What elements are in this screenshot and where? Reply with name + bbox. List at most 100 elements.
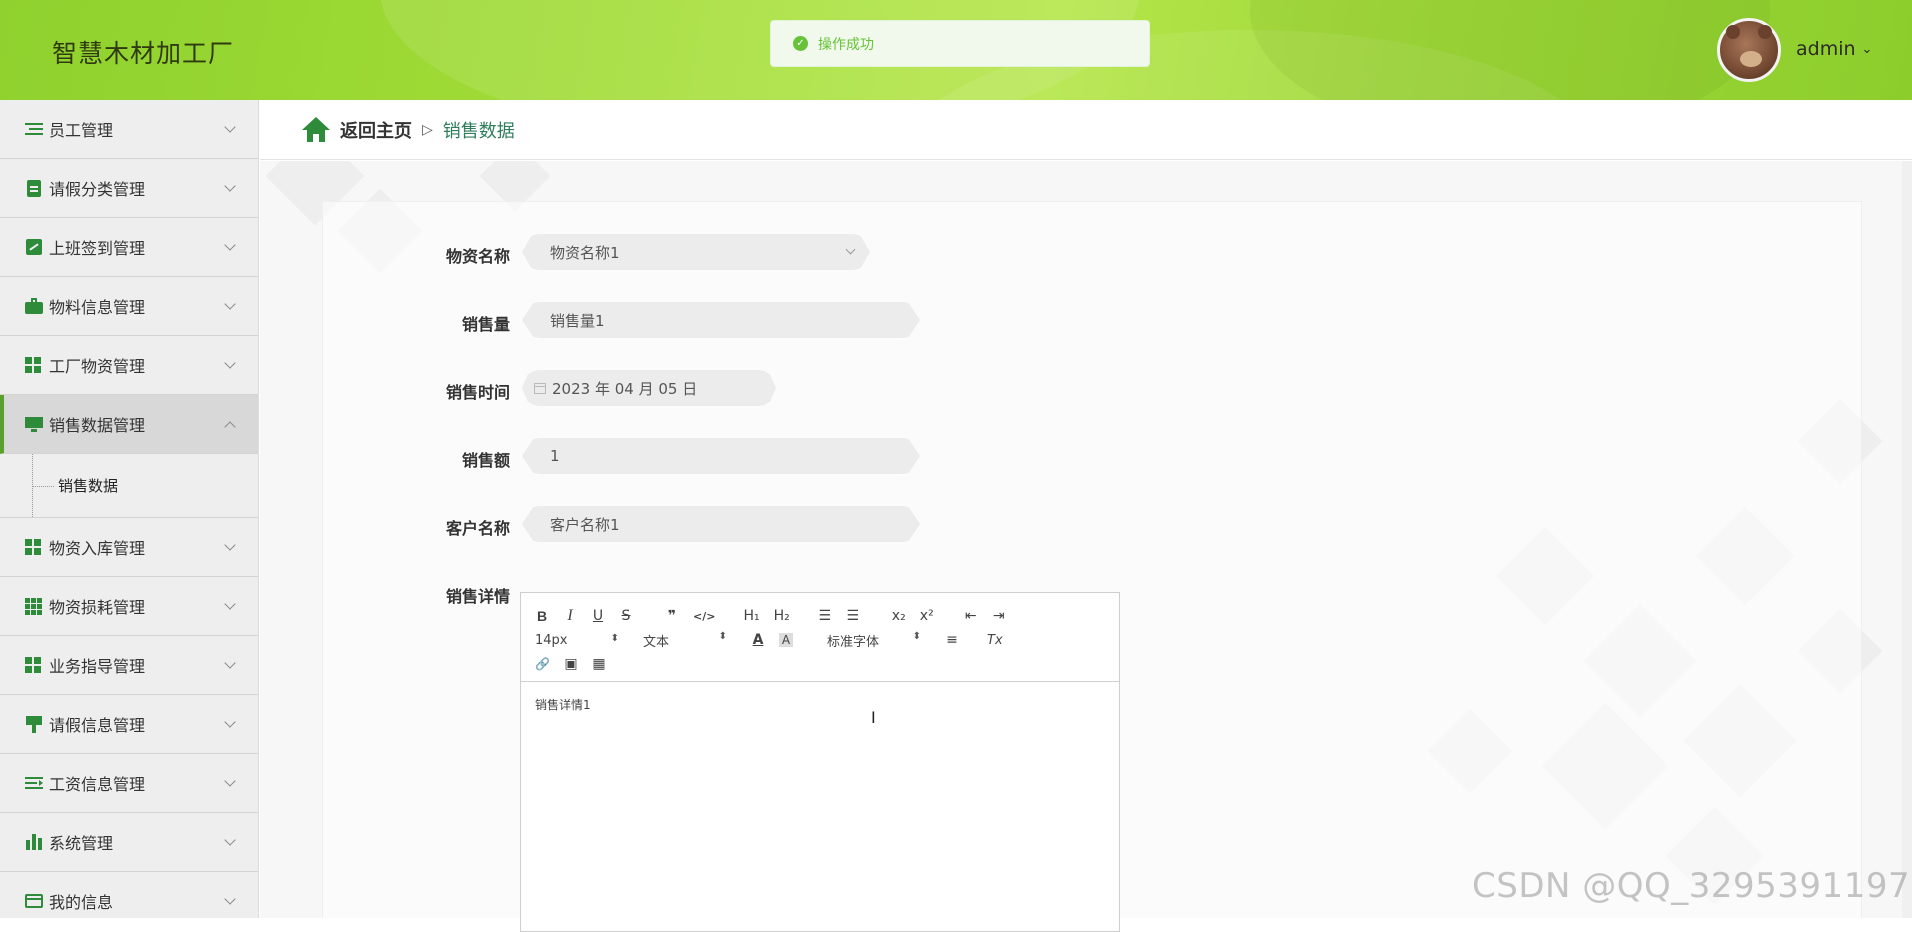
sidebar-item-stock-in[interactable]: 物资入库管理 [0, 518, 258, 577]
chevron-down-icon [224, 180, 236, 192]
bold-button[interactable]: B [535, 608, 549, 624]
sales-detail-label: 销售详情 [445, 587, 510, 606]
video-button[interactable]: ▦ [592, 656, 606, 672]
editor-toolbar: B I U S ❞ </> H₁ H₂ ☰ ☰ x₂ x² ⇤ ⇥ 14px ⬍ … [521, 593, 1119, 682]
editor-text: 销售详情1 [535, 698, 591, 712]
updown-arrow-icon: ⬍ [610, 632, 619, 644]
sidebar-item-leave-category[interactable]: 请假分类管理 [0, 159, 258, 218]
blockquote-button[interactable]: ❞ [665, 608, 679, 624]
updown-arrow-icon: ⬍ [912, 630, 921, 642]
chevron-down-icon [224, 716, 236, 728]
sidebar-item-my-info[interactable]: 我的信息 [0, 872, 258, 918]
brush-icon [25, 716, 43, 733]
watermark: CSDN @QQ_3295391197 [1472, 866, 1911, 906]
customer-name-input[interactable]: 客户名称1 [522, 506, 920, 542]
sales-time-datepicker[interactable]: 2023 年 04 月 05 日 [522, 370, 776, 406]
italic-button[interactable]: I [563, 607, 577, 625]
sales-time-label: 销售时间 [445, 383, 510, 402]
grid-dots-icon [25, 598, 43, 615]
sidebar-item-material-info[interactable]: 物料信息管理 [0, 277, 258, 336]
sidebar-item-supply-loss[interactable]: 物资损耗管理 [0, 577, 258, 636]
breadcrumb-separator: ▷ [422, 121, 433, 138]
editor-content-area[interactable]: 销售详情1 I [521, 682, 1119, 932]
indent-icon [25, 775, 43, 791]
username-label: admin [1796, 38, 1856, 60]
success-toast: ✓ 操作成功 [770, 20, 1150, 67]
chevron-down-icon [224, 298, 236, 310]
top-header: 智慧木材加工厂 ✓ 操作成功 admin ⌄ [0, 0, 1912, 100]
avatar[interactable] [1717, 18, 1781, 82]
outdent-button[interactable]: ⇤ [964, 608, 978, 624]
sidebar-item-business-guidance[interactable]: 业务指导管理 [0, 636, 258, 695]
sidebar-item-salary-info[interactable]: 工资信息管理 [0, 754, 258, 813]
clear-format-button[interactable]: Tx [987, 633, 1003, 648]
material-name-select[interactable]: 物资名称1 [522, 234, 870, 270]
align-button[interactable]: ≡ [945, 632, 959, 648]
chevron-down-icon: ⌄ [1861, 41, 1873, 57]
sidebar-item-sales-data[interactable]: 销售数据管理 [0, 395, 258, 454]
sidebar-subitem-sales-data[interactable]: 销售数据 [0, 454, 258, 518]
briefcase-icon [25, 298, 43, 314]
app-title: 智慧木材加工厂 [52, 39, 235, 68]
chevron-down-icon [224, 834, 236, 846]
indent-button[interactable]: ⇥ [992, 608, 1006, 624]
text-color-button[interactable]: A [751, 632, 765, 648]
code-block-button[interactable]: </> [693, 610, 715, 623]
link-button[interactable]: 🔗 [535, 657, 550, 671]
grid-icon [25, 657, 43, 673]
grid-icon [25, 357, 43, 373]
sidebar-item-factory-supplies[interactable]: 工厂物资管理 [0, 336, 258, 395]
image-icon: ▣ [564, 656, 578, 672]
clipboard-icon [25, 180, 43, 197]
page-scrollbar[interactable] [1902, 161, 1912, 918]
sales-amount-input[interactable]: 1 [522, 438, 920, 474]
material-name-label: 物资名称 [445, 247, 510, 266]
bar-chart-icon [25, 834, 43, 850]
toast-message: 操作成功 [818, 36, 874, 53]
sidebar-item-checkin[interactable]: 上班签到管理 [0, 218, 258, 277]
user-dropdown[interactable]: admin ⌄ [1796, 38, 1872, 60]
chevron-down-icon [845, 244, 856, 255]
check-circle-icon: ✓ [793, 36, 808, 51]
chart-line-icon [25, 239, 43, 255]
background-color-button[interactable]: A [779, 633, 793, 647]
ordered-list-button[interactable]: ☰ [818, 608, 832, 624]
breadcrumb: 返回主页 ▷ 销售数据 [260, 100, 1912, 160]
strike-button[interactable]: S [619, 608, 633, 624]
superscript-button[interactable]: x² [920, 608, 934, 624]
chevron-up-icon [224, 421, 236, 433]
subscript-button[interactable]: x₂ [892, 608, 906, 624]
underline-button[interactable]: U [591, 608, 605, 624]
sales-volume-input[interactable]: 销售量1 [522, 302, 920, 338]
breadcrumb-home-link[interactable]: 返回主页 [340, 117, 412, 143]
updown-arrow-icon: ⬍ [718, 630, 727, 642]
chevron-down-icon [224, 539, 236, 551]
grid-icon [25, 539, 43, 555]
text-cursor-icon: I [871, 708, 876, 727]
chevron-down-icon [224, 657, 236, 669]
bullet-list-button[interactable]: ☰ [846, 608, 860, 624]
header-1-button[interactable]: H₁ [743, 608, 759, 624]
chevron-down-icon [224, 893, 236, 905]
header-2-button[interactable]: H₂ [774, 608, 790, 624]
video-icon: ▦ [592, 656, 606, 672]
sales-detail-editor: B I U S ❞ </> H₁ H₂ ☰ ☰ x₂ x² ⇤ ⇥ 14px ⬍ … [520, 592, 1120, 932]
block-type-select[interactable]: 文本 ⬍ [643, 631, 727, 650]
image-button[interactable]: ▣ [564, 656, 578, 672]
customer-name-label: 客户名称 [445, 519, 510, 538]
list-icon [25, 121, 43, 137]
font-family-select[interactable]: 标准字体 ⬍ [827, 631, 921, 650]
sidebar-item-system[interactable]: 系统管理 [0, 813, 258, 872]
sidebar-item-leave-info[interactable]: 请假信息管理 [0, 695, 258, 754]
link-icon: 🔗 [535, 657, 550, 671]
chevron-down-icon [224, 598, 236, 610]
breadcrumb-current: 销售数据 [442, 120, 515, 142]
sidebar: 员工管理 请假分类管理 上班签到管理 物料信息管理 工厂物资管理 销售数据管理 … [0, 100, 259, 918]
font-size-select[interactable]: 14px ⬍ [535, 633, 619, 648]
sales-volume-label: 销售量 [461, 315, 510, 334]
chevron-down-icon [224, 121, 236, 133]
chevron-down-icon [224, 775, 236, 787]
home-icon[interactable] [302, 116, 330, 143]
card-icon [25, 893, 43, 909]
sidebar-item-employee[interactable]: 员工管理 [0, 100, 258, 159]
